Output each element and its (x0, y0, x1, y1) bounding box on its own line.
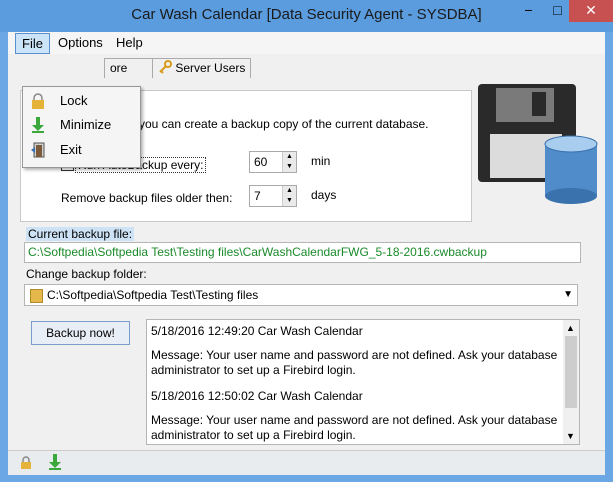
menu-file[interactable]: File (15, 33, 50, 54)
key-icon (159, 60, 172, 74)
maximize-button[interactable]: □ (543, 0, 572, 22)
spinner-arrows-icon[interactable]: ▲ ▼ (282, 186, 296, 206)
lock-icon (32, 93, 44, 109)
autobackup-unit: min (311, 154, 331, 168)
file-menu-item-minimize[interactable]: Minimize (23, 113, 140, 137)
log-line: administrator to set up a Firebird login… (151, 428, 356, 442)
log-line: Message: Your user name and password are… (151, 348, 558, 362)
backup-log[interactable]: 5/18/2016 12:49:20 Car Wash Calendar Mes… (146, 319, 580, 445)
scroll-thumb[interactable] (565, 336, 577, 408)
change-folder-label: Change backup folder: (26, 267, 147, 281)
current-backup-path[interactable]: C:\Softpedia\Softpedia Test\Testing file… (24, 242, 581, 263)
remove-days-unit: days (311, 188, 337, 202)
folder-icon (30, 289, 43, 303)
file-menu-item-exit[interactable]: Exit (23, 138, 140, 162)
menu-help[interactable]: Help (110, 33, 149, 53)
log-line: 5/18/2016 12:49:20 Car Wash Calendar (151, 324, 363, 338)
lock-icon[interactable] (20, 456, 32, 469)
log-scrollbar[interactable]: ▲ ▼ (563, 320, 579, 444)
backup-folder-select[interactable]: C:\Softpedia\Softpedia Test\Testing file… (24, 284, 578, 306)
floppy-database-icon (478, 84, 598, 204)
log-line: Message: Your user name and password are… (151, 413, 558, 427)
intro-text: you can create a backup copy of the curr… (139, 117, 429, 131)
status-bar (8, 450, 605, 475)
remove-old-label: Remove backup files older then: (61, 191, 233, 205)
backup-now-button[interactable]: Backup now! (31, 321, 130, 345)
log-line: 5/18/2016 12:50:02 Car Wash Calendar (151, 389, 363, 403)
close-button[interactable]: ✕ (569, 0, 613, 22)
chevron-down-icon[interactable]: ▼ (563, 285, 573, 305)
file-menu-minimize-label: Minimize (60, 117, 112, 132)
title-bar[interactable]: Car Wash Calendar [Data Security Agent -… (0, 0, 613, 32)
scroll-up-icon[interactable]: ▲ (566, 323, 575, 333)
spinner-arrows-icon[interactable]: ▲ ▼ (282, 152, 296, 172)
app-window: Car Wash Calendar [Data Security Agent -… (0, 0, 613, 482)
file-menu-lock-label: Lock (60, 93, 88, 108)
client-area: File Options Help ore Server Users you c… (8, 32, 605, 475)
minimize-arrow-icon (32, 117, 44, 133)
file-menu-item-lock[interactable]: Lock (23, 89, 140, 113)
tab-server-users-label: Server Users (175, 61, 246, 75)
menu-bar: File Options Help (8, 32, 605, 54)
minimize-arrow-icon[interactable] (48, 454, 62, 470)
tab-restore-label: ore (110, 61, 128, 75)
remove-days-spinner[interactable]: 7 ▲ ▼ (249, 185, 297, 207)
menu-options[interactable]: Options (52, 33, 109, 53)
log-line: administrator to set up a Firebird login… (151, 363, 356, 377)
file-menu-exit-label: Exit (60, 142, 82, 157)
autobackup-interval-spinner[interactable]: 60 ▲ ▼ (249, 151, 297, 173)
exit-door-icon (31, 142, 45, 158)
backup-folder-value: C:\Softpedia\Softpedia Test\Testing file… (47, 288, 259, 302)
tab-server-users[interactable]: Server Users (152, 58, 252, 78)
remove-days-value[interactable]: 7 (254, 189, 261, 203)
autobackup-interval-value[interactable]: 60 (254, 155, 267, 169)
scroll-down-icon[interactable]: ▼ (566, 431, 575, 441)
current-backup-label: Current backup file: (26, 227, 135, 241)
minimize-button[interactable]: − (514, 0, 543, 22)
tab-restore[interactable]: ore (104, 58, 156, 78)
file-menu-dropdown: Lock Minimize Exit (22, 86, 141, 168)
